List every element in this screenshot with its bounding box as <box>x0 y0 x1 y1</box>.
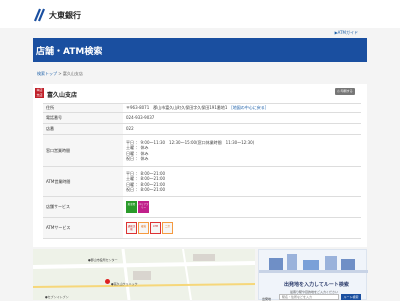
counter-hours-line: 祝日 ： 休み <box>126 156 149 161</box>
atm-service-label: ATMサービス <box>43 217 123 239</box>
address-cell: 〒963-8071 郡山市富久山町久保田字久保田191番地1 ［地図の中心に戻る… <box>123 103 361 113</box>
shop-number-label: 店番 <box>43 123 123 135</box>
counter-hours-cell: 平日 ： 9:00～11:30 12:30～15:00(窓口休業時間 11:30… <box>123 134 361 167</box>
breadcrumb-home-link[interactable]: 検索トップ <box>37 71 57 76</box>
branch-name: 富久山支店 <box>47 92 78 99</box>
atm-hours-cell: 平日 ： 8:00～21:00 土曜 ： 8:00～21:00 日曜 ： 8:0… <box>123 166 361 197</box>
route-illustration-icon <box>259 254 368 273</box>
atm-service-icon: ATM <box>150 222 161 234</box>
map-center-link[interactable]: ［地図の中心に戻る］ <box>229 105 269 110</box>
route-search-title: 出発地を入力してルート検索 <box>284 282 349 288</box>
address-label: 住所 <box>43 103 123 113</box>
map-pin-icon <box>105 279 110 284</box>
map-label: ●富久山クリニック <box>111 282 138 286</box>
barrier-free-service-icon: バリアフリー <box>138 201 149 213</box>
secondary-service-icon: 二次 <box>162 222 173 234</box>
branch-type-badge: 本店 支店 <box>35 88 44 98</box>
breadcrumb: 検索トップ > 富久山支店 <box>37 71 83 77</box>
shop-number-value: 022 <box>123 123 361 135</box>
branch-details-table: 住所 〒963-8071 郡山市富久山町久保田字久保田191番地1 ［地図の中心… <box>43 103 361 239</box>
map-label: ●郡山市役所センター <box>88 258 118 262</box>
bank-logo-icon[interactable] <box>33 7 47 23</box>
breadcrumb-current: 富久山支店 <box>62 71 83 76</box>
counter-hours-label: 窓口営業時間 <box>43 134 123 167</box>
address-value: 〒963-8071 郡山市富久山町久保田字久保田191番地1 <box>126 105 228 111</box>
table-row: 店舗サービス 駐車場 バリアフリー <box>43 196 361 218</box>
phone-value: 024-933-9037 <box>123 112 361 124</box>
atm-service-cell: 通帳記帳硬貨 ATM 二次 <box>123 217 361 239</box>
print-button[interactable]: ⎙ 印刷する <box>335 88 355 95</box>
table-row: 電話番号 024-933-9037 <box>43 112 361 124</box>
printer-icon: ⎙ <box>337 89 340 93</box>
parking-service-icon: 駐車場 <box>126 201 137 213</box>
atm-hours-label: ATM営業時間 <box>43 166 123 197</box>
departure-input[interactable] <box>279 294 339 300</box>
departure-label: 出発地 <box>262 297 272 301</box>
coin-service-icon: 硬貨 <box>138 222 149 234</box>
branch-map[interactable]: ●郡山市役所センター ●富久山クリニック ●セブンイレブン <box>33 249 255 300</box>
store-service-cell: 駐車場 バリアフリー <box>123 196 361 218</box>
store-service-label: 店舗サービス <box>43 196 123 218</box>
table-row: ATM営業時間 平日 ： 8:00～21:00 土曜 ： 8:00～21:00 … <box>43 166 361 197</box>
table-row: ATMサービス 通帳記帳硬貨 ATM 二次 <box>43 217 361 239</box>
bank-name[interactable]: 大東銀行 <box>49 10 81 21</box>
site-header: 大東銀行 <box>0 0 400 28</box>
phone-label: 電話番号 <box>43 112 123 124</box>
route-search-panel: 出発地を入力してルート検索 最寄り駅や目的地をご入力ください 出発地 ルート検索 <box>258 249 368 301</box>
map-roads <box>33 249 255 300</box>
route-search-button[interactable]: ルート検索 <box>341 294 361 300</box>
table-row: 窓口営業時間 平日 ： 9:00～11:30 12:30～15:00(窓口休業時… <box>43 134 361 167</box>
atm-guide-link[interactable]: ▶ATMガイド <box>335 30 358 36</box>
passbook-service-icon: 通帳記帳 <box>126 222 137 234</box>
page-title: 店舗・ATM検索 <box>36 47 103 57</box>
table-row: 店番 022 <box>43 123 361 135</box>
print-label: 印刷する <box>340 89 353 93</box>
atm-hours-line: 祝日 ： 8:00～21:00 <box>126 187 166 192</box>
table-row: 住所 〒963-8071 郡山市富久山町久保田字久保田191番地1 ［地図の中心… <box>43 103 361 113</box>
map-label: ●セブンイレブン <box>45 295 69 299</box>
page-banner: 店舗・ATM検索 <box>33 38 367 62</box>
